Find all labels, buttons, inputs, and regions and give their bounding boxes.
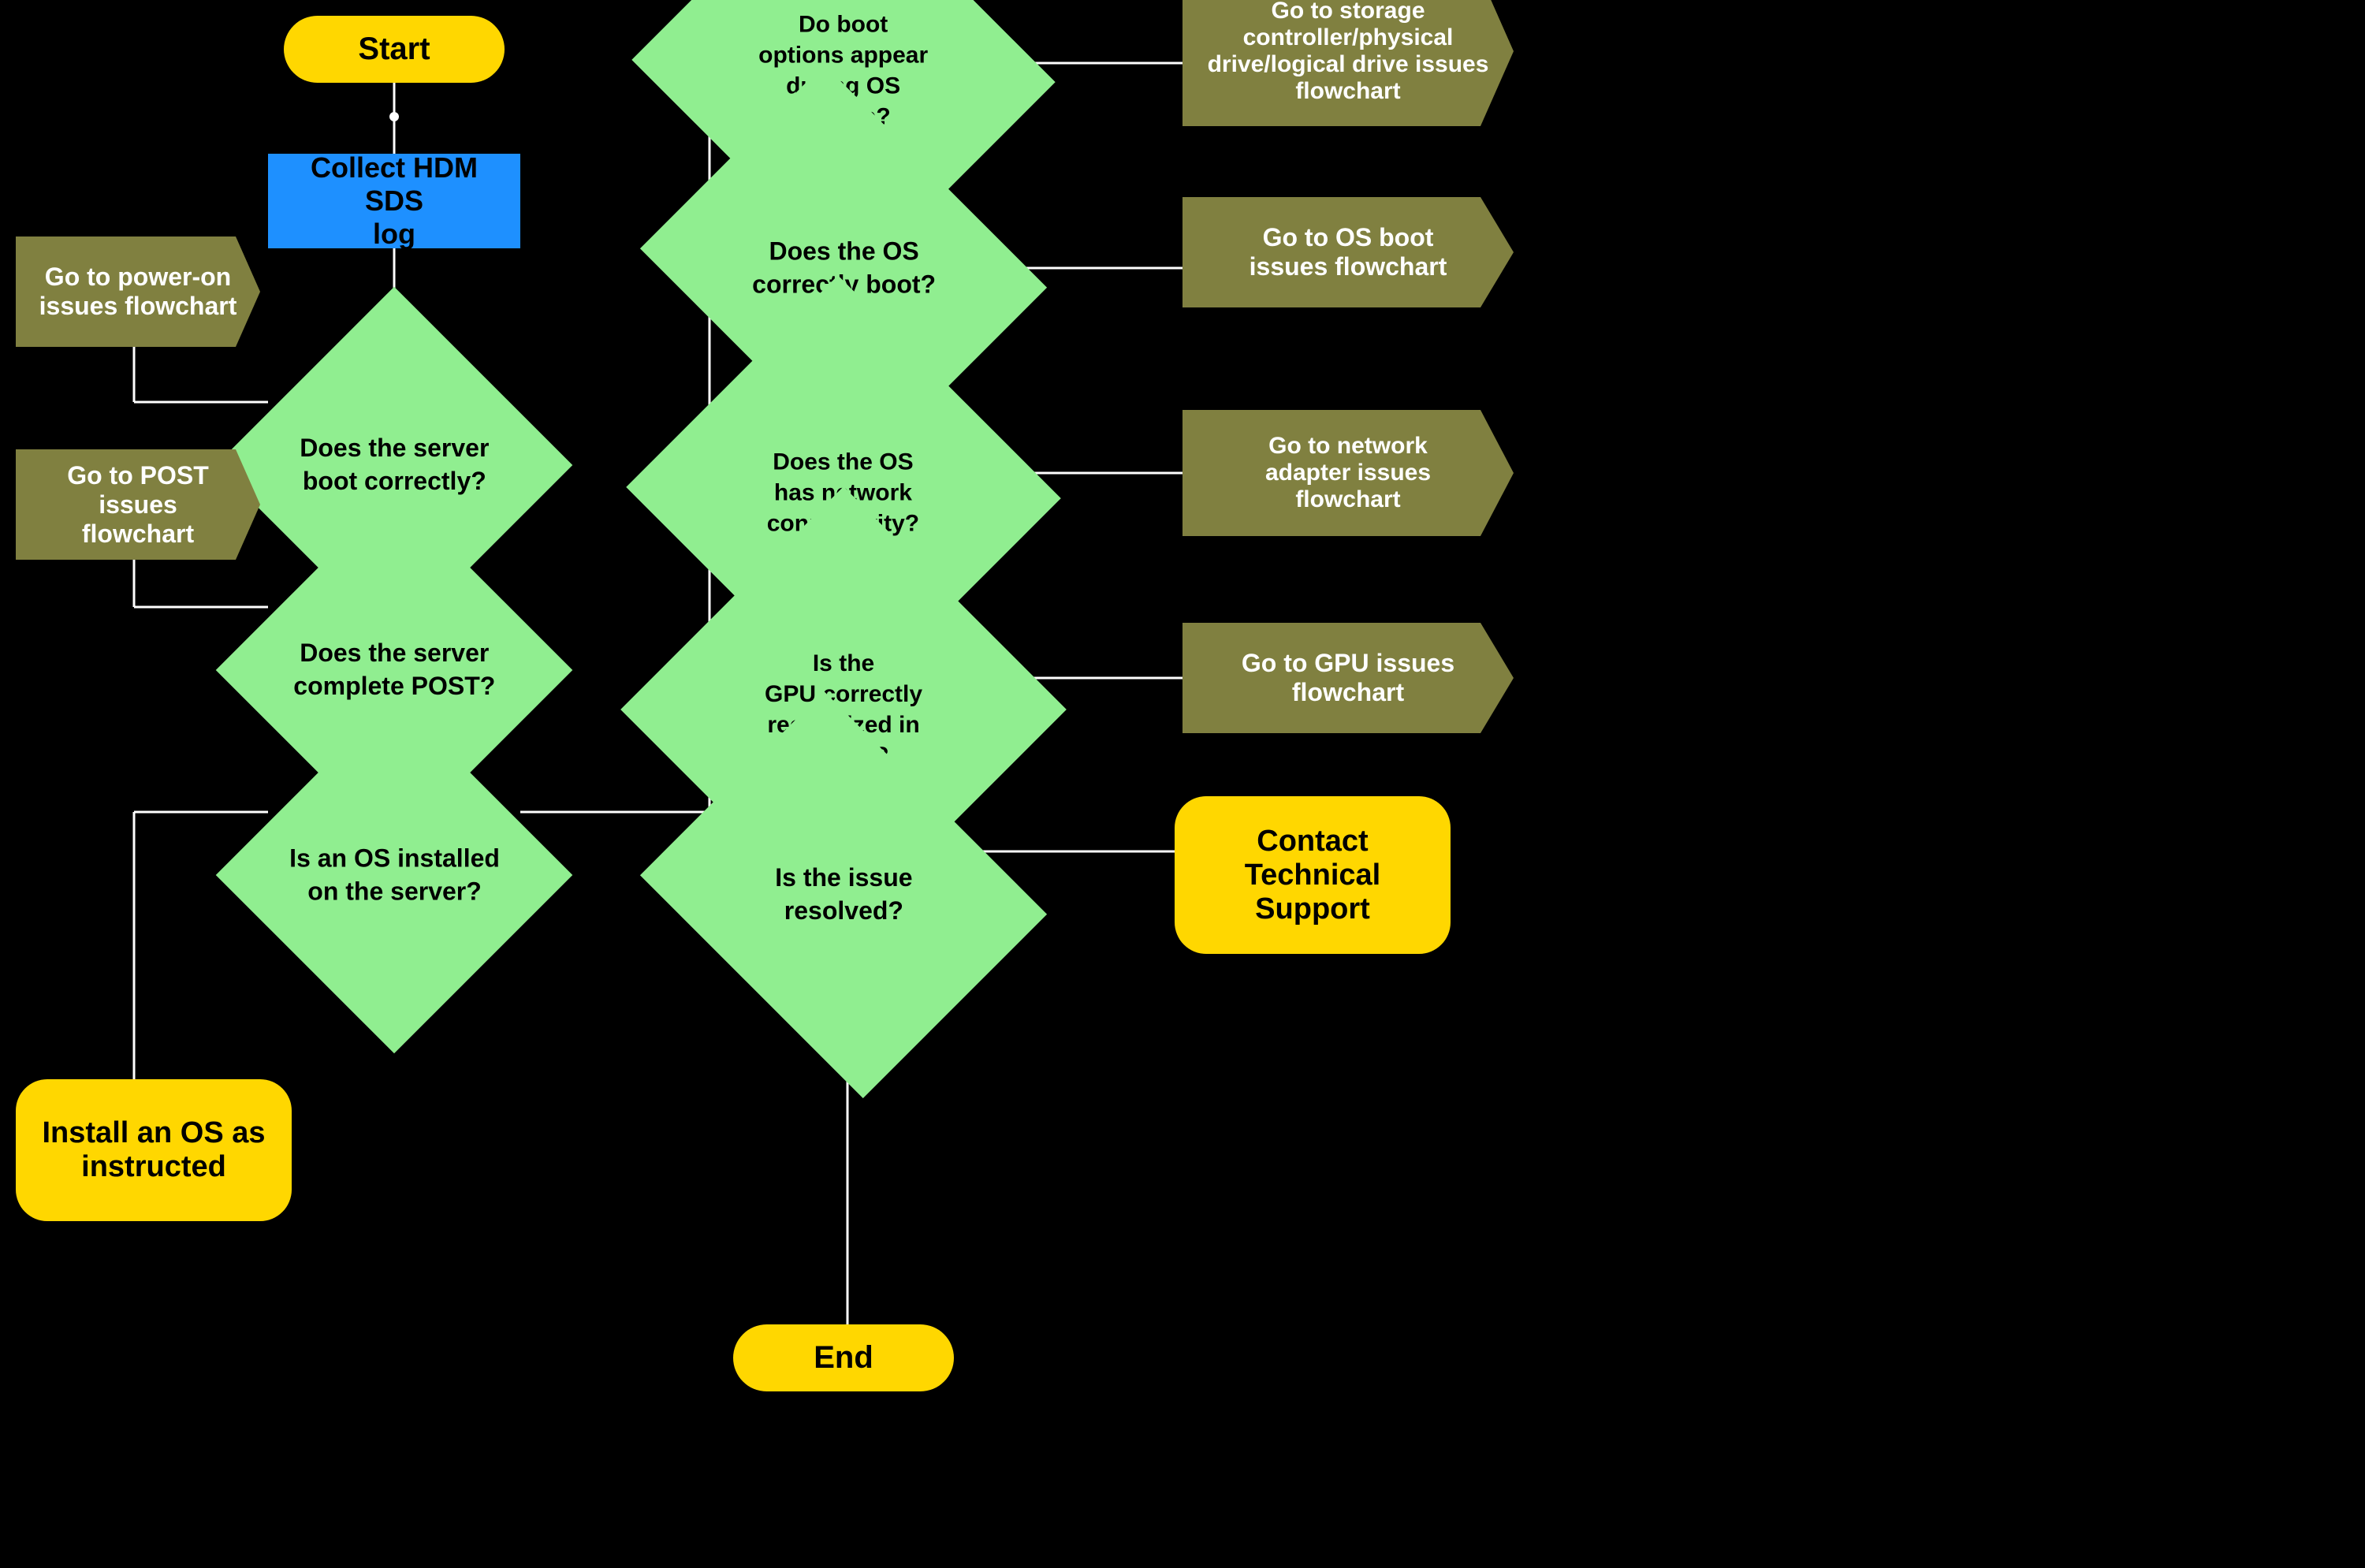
contact-support-node: Contact Technical Support [1175, 796, 1451, 954]
install-os-node: Install an OS as instructed [16, 1079, 292, 1221]
post-issues-node: Go to POST issues flowchart [16, 449, 260, 560]
os-boot-issues-node: Go to OS boot issues flowchart [1182, 197, 1514, 307]
gpu-issues-node: Go to GPU issues flowchart [1182, 623, 1514, 733]
collect-log-node: Collect HDM SDS log [268, 154, 520, 248]
power-on-node: Go to power-on issues flowchart [16, 237, 260, 347]
storage-issues-node: Go to storage controller/physical drive/… [1182, 0, 1514, 126]
start-node: Start [284, 16, 505, 83]
flowchart: Start Collect HDM SDS log Does the serve… [0, 0, 2365, 1568]
end-node: End [733, 1324, 954, 1391]
network-issues-node: Go to network adapter issues flowchart [1182, 410, 1514, 536]
os-installed-node: Is an OS installed on the server? [216, 697, 573, 1054]
